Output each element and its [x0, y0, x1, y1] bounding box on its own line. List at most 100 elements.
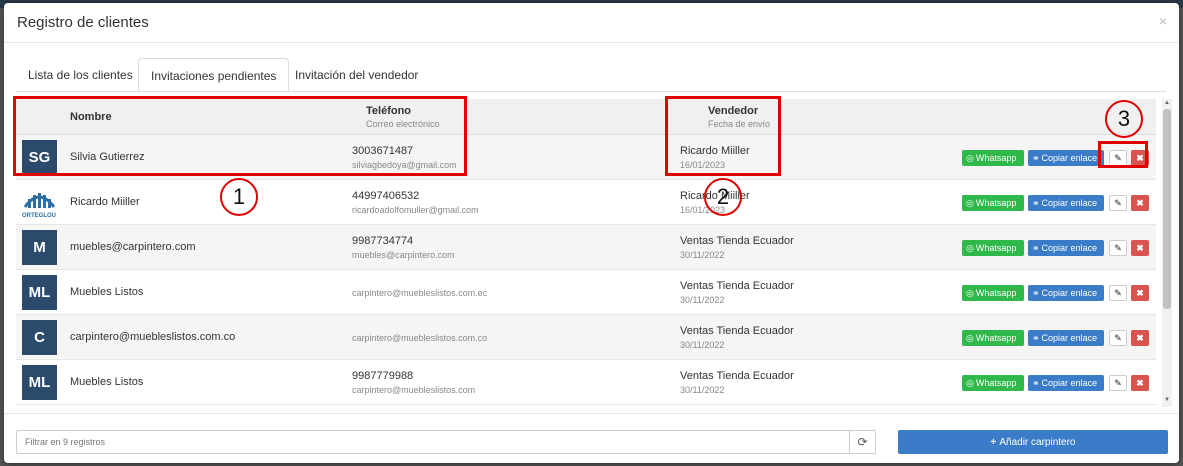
edit-button[interactable]: ✎: [1109, 285, 1127, 301]
vendor-name: Ventas Tienda Ecuador: [680, 370, 794, 382]
annotation-marker-3: 3: [1105, 100, 1143, 138]
whatsapp-icon: ◎: [966, 197, 974, 208]
delete-button[interactable]: ✖: [1131, 285, 1149, 301]
copy-link-label: Copiar enlace: [1041, 333, 1098, 343]
refresh-icon[interactable]: ⟳: [849, 430, 876, 454]
copy-link-button[interactable]: ⚭ Copiar enlace: [1028, 375, 1104, 391]
copy-link-label: Copiar enlace: [1041, 153, 1098, 163]
client-name: Muebles Listos: [70, 286, 144, 298]
avatar: C: [22, 320, 57, 355]
client-phone: 9987779988: [352, 370, 414, 382]
copy-link-button[interactable]: ⚭ Copiar enlace: [1028, 150, 1104, 166]
annotation-box-actions: [1098, 141, 1148, 168]
plus-icon: +: [990, 436, 997, 448]
filter-input[interactable]: [16, 430, 850, 454]
whatsapp-button[interactable]: ◎ Whatsapp: [962, 375, 1024, 391]
client-phone: 9987734774: [352, 235, 414, 247]
client-name: Muebles Listos: [70, 376, 144, 388]
client-email: carpintero@muebleslistos.com.ec: [352, 288, 488, 298]
copy-link-label: Copiar enlace: [1041, 198, 1098, 208]
copy-link-label: Copiar enlace: [1041, 288, 1098, 298]
client-phone: 44997406532: [352, 190, 420, 202]
table-row: ORTEGLOU Ricardo Miiller 44997406532 ric…: [16, 180, 1156, 225]
add-carpenter-label: Añadir carpintero: [999, 436, 1076, 448]
delete-button[interactable]: ✖: [1131, 240, 1149, 256]
copy-link-button[interactable]: ⚭ Copiar enlace: [1028, 195, 1104, 211]
close-icon[interactable]: ×: [1159, 13, 1167, 29]
send-date: 30/11/2022: [680, 295, 725, 305]
client-email: muebles@carpintero.com: [352, 250, 455, 260]
whatsapp-icon: ◎: [966, 242, 974, 253]
copy-link-label: Copiar enlace: [1041, 243, 1098, 253]
client-name: carpintero@muebleslistos.com.co: [70, 331, 236, 343]
vendor-name: Ventas Tienda Ecuador: [680, 280, 794, 292]
modal-title: Registro de clientes: [17, 14, 149, 31]
whatsapp-button[interactable]: ◎ Whatsapp: [962, 195, 1024, 211]
whatsapp-button[interactable]: ◎ Whatsapp: [962, 150, 1024, 166]
whatsapp-icon: ◎: [966, 377, 974, 388]
annotation-box-vendor: [665, 96, 781, 176]
link-icon: ⚭: [1032, 242, 1040, 253]
table-row: C carpintero@muebleslistos.com.co carpin…: [16, 315, 1156, 360]
send-date: 30/11/2022: [680, 340, 725, 350]
annotation-marker-2: 2: [704, 178, 742, 216]
table-row: ML Muebles Listos 9987779988 carpintero@…: [16, 360, 1156, 405]
avatar: ML: [22, 365, 57, 400]
scroll-thumb[interactable]: [1163, 109, 1171, 309]
tab-bar: Lista de los clientes Invitaciones pendi…: [16, 58, 1166, 92]
table-row: ML Muebles Listos carpintero@muebleslist…: [16, 270, 1156, 315]
avatar: ML: [22, 275, 57, 310]
annotation-marker-1: 1: [220, 178, 258, 216]
copy-link-button[interactable]: ⚭ Copiar enlace: [1028, 330, 1104, 346]
client-name: muebles@carpintero.com: [70, 241, 196, 253]
whatsapp-label: Whatsapp: [975, 378, 1017, 388]
client-email: ricardoadolfomuller@gmail.com: [352, 205, 479, 215]
copy-link-button[interactable]: ⚭ Copiar enlace: [1028, 240, 1104, 256]
add-carpenter-button[interactable]: + Añadir carpintero: [898, 430, 1168, 454]
link-icon: ⚭: [1032, 332, 1040, 343]
delete-button[interactable]: ✖: [1131, 330, 1149, 346]
edit-button[interactable]: ✎: [1109, 330, 1127, 346]
copy-link-button[interactable]: ⚭ Copiar enlace: [1028, 285, 1104, 301]
whatsapp-label: Whatsapp: [975, 243, 1017, 253]
link-icon: ⚭: [1032, 377, 1040, 388]
whatsapp-label: Whatsapp: [975, 333, 1017, 343]
scroll-down-icon[interactable]: ▼: [1164, 397, 1170, 403]
tab-client-list[interactable]: Lista de los clientes: [16, 58, 145, 92]
copy-link-label: Copiar enlace: [1041, 378, 1098, 388]
whatsapp-button[interactable]: ◎ Whatsapp: [962, 240, 1024, 256]
company-logo-icon: ORTEGLOU: [22, 193, 56, 219]
whatsapp-label: Whatsapp: [975, 153, 1017, 163]
delete-button[interactable]: ✖: [1131, 195, 1149, 211]
send-date: 30/11/2022: [680, 385, 725, 395]
send-date: 30/11/2022: [680, 250, 725, 260]
table-row: M muebles@carpintero.com 9987734774 mueb…: [16, 225, 1156, 270]
client-email: carpintero@muebleslistos.com: [352, 385, 476, 395]
avatar-logo: ORTEGLOU: [22, 185, 57, 220]
link-icon: ⚭: [1032, 197, 1040, 208]
link-icon: ⚭: [1032, 152, 1040, 163]
whatsapp-label: Whatsapp: [975, 288, 1017, 298]
tab-divider: [16, 91, 1166, 92]
whatsapp-icon: ◎: [966, 332, 974, 343]
modal-header: Registro de clientes ×: [4, 3, 1179, 43]
whatsapp-button[interactable]: ◎ Whatsapp: [962, 285, 1024, 301]
delete-button[interactable]: ✖: [1131, 375, 1149, 391]
scroll-up-icon[interactable]: ▲: [1164, 100, 1170, 106]
client-name: Ricardo Miiller: [70, 196, 140, 208]
tab-vendor-invitation[interactable]: Invitación del vendedor: [283, 58, 430, 92]
vendor-name: Ventas Tienda Ecuador: [680, 325, 794, 337]
whatsapp-button[interactable]: ◎ Whatsapp: [962, 330, 1024, 346]
whatsapp-icon: ◎: [966, 152, 974, 163]
table-scrollbar[interactable]: ▲ ▼: [1162, 99, 1172, 407]
link-icon: ⚭: [1032, 287, 1040, 298]
avatar: M: [22, 230, 57, 265]
whatsapp-icon: ◎: [966, 287, 974, 298]
edit-button[interactable]: ✎: [1109, 375, 1127, 391]
edit-button[interactable]: ✎: [1109, 240, 1127, 256]
client-email: carpintero@muebleslistos.com.co: [352, 333, 488, 343]
tab-pending-invitations[interactable]: Invitaciones pendientes: [138, 58, 290, 92]
edit-button[interactable]: ✎: [1109, 195, 1127, 211]
modal-footer: ⟳ + Añadir carpintero: [4, 413, 1179, 463]
vendor-name: Ventas Tienda Ecuador: [680, 235, 794, 247]
